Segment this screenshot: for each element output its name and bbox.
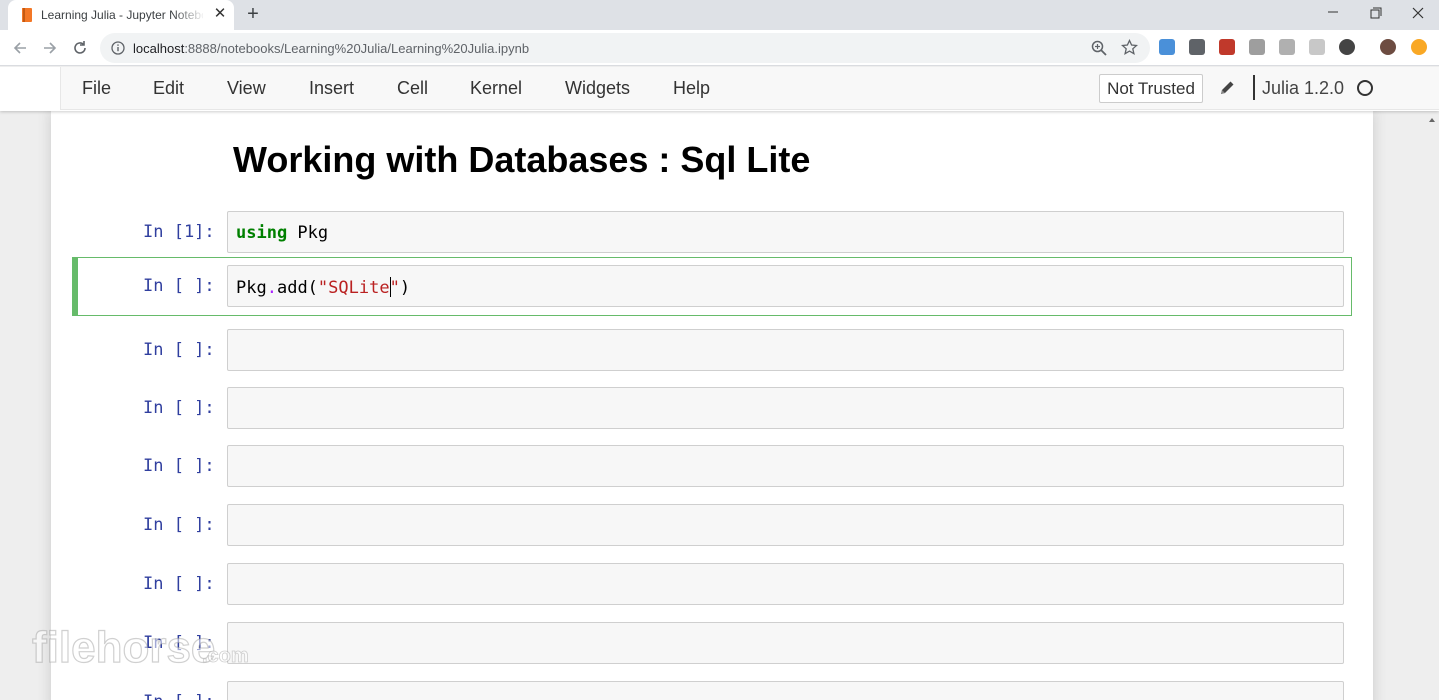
pencil-icon[interactable]: [1218, 79, 1236, 97]
reload-icon[interactable]: [69, 37, 91, 59]
kernel-separator: [1253, 75, 1255, 100]
menu-kernel[interactable]: Kernel: [470, 78, 522, 99]
cell-prompt: In [ ]:: [143, 692, 218, 700]
cell-input[interactable]: [227, 329, 1344, 371]
code-string: "SQLite: [317, 278, 390, 298]
kernel-idle-icon: [1357, 80, 1373, 96]
svg-text:.com: .com: [202, 645, 249, 667]
code-cell[interactable]: In [ ]:: [72, 614, 1352, 672]
code-cell[interactable]: In [1]: using Pkg: [72, 203, 1352, 261]
code-module: Pkg: [236, 278, 267, 298]
code-cell[interactable]: In [ ]:: [72, 437, 1352, 495]
url-path: :8888/notebooks/Learning%20Julia/Learnin…: [184, 41, 530, 56]
address-bar[interactable]: localhost:8888/notebooks/Learning%20Juli…: [100, 33, 1150, 63]
cell-input[interactable]: [227, 622, 1344, 664]
code-cell-selected[interactable]: In [ ]: Pkg.add("SQLite"): [72, 257, 1352, 316]
code-cell[interactable]: In [ ]:: [72, 555, 1352, 613]
code-cell[interactable]: In [ ]:: [72, 496, 1352, 554]
window-restore-button[interactable]: [1353, 0, 1397, 30]
url-host: localhost: [133, 41, 185, 56]
window-minimize-button[interactable]: [1311, 0, 1355, 30]
extension-tb-icon[interactable]: [1249, 39, 1265, 55]
cell-prompt: In [ ]:: [143, 456, 215, 476]
tab-title-fade: [173, 4, 205, 26]
extension-keep-icon[interactable]: [1189, 39, 1205, 55]
menu-help[interactable]: Help: [673, 78, 710, 99]
extension-feather-icon[interactable]: [1279, 39, 1295, 55]
notebook-container: Working with Databases : Sql Lite In [1]…: [51, 111, 1373, 700]
cell-input[interactable]: Pkg.add("SQLite"): [227, 265, 1344, 307]
menu-file[interactable]: File: [82, 78, 111, 99]
extension-chart-icon[interactable]: [1219, 39, 1235, 55]
window-close-button[interactable]: [1395, 0, 1439, 30]
cell-prompt: In [ ]:: [143, 276, 215, 296]
notebook-heading[interactable]: Working with Databases : Sql Lite: [233, 139, 810, 181]
new-tab-button[interactable]: +: [242, 3, 264, 25]
code-cell[interactable]: In [ ]:: [72, 321, 1352, 379]
code-identifier: Pkg: [287, 223, 329, 243]
update-alert-icon[interactable]: [1411, 39, 1427, 55]
cell-prompt: In [ ]:: [143, 574, 215, 594]
jupyter-favicon-icon: [22, 8, 32, 22]
menu-insert[interactable]: Insert: [309, 78, 354, 99]
cell-code: Pkg.add("SQLite"): [236, 277, 410, 298]
url-text: localhost:8888/notebooks/Learning%20Juli…: [133, 41, 529, 56]
browser-tab[interactable]: Learning Julia - Jupyter Notebook ✕: [8, 0, 234, 30]
cell-input[interactable]: [227, 681, 1344, 700]
jupyter-page: File Edit View Insert Cell Kernel Widget…: [0, 67, 1439, 700]
back-arrow-icon[interactable]: [9, 37, 31, 59]
cell-input[interactable]: [227, 563, 1344, 605]
menubar: File Edit View Insert Cell Kernel Widget…: [60, 67, 1439, 110]
menu-cell[interactable]: Cell: [397, 78, 428, 99]
extension-k-icon[interactable]: [1339, 39, 1355, 55]
site-info-icon[interactable]: [111, 41, 125, 55]
cell-prompt: In [ ]:: [143, 515, 215, 535]
code-dot: .: [266, 278, 277, 298]
filehorse-watermark-logo: filehorse .com: [31, 624, 249, 672]
forward-arrow-icon[interactable]: [39, 37, 61, 59]
cell-input[interactable]: [227, 387, 1344, 429]
menu-widgets[interactable]: Widgets: [565, 78, 630, 99]
code-keyword: using: [236, 223, 288, 243]
cell-input[interactable]: [227, 504, 1344, 546]
cell-prompt: In [1]:: [143, 222, 215, 242]
cell-prompt: In [ ]:: [143, 340, 215, 360]
cell-input[interactable]: using Pkg: [227, 211, 1344, 253]
browser-tab-bar: Learning Julia - Jupyter Notebook ✕ +: [0, 0, 1439, 30]
profile-avatar[interactable]: [1380, 39, 1396, 55]
bookmark-star-icon[interactable]: [1121, 39, 1138, 56]
scrollbar-up-arrow-icon[interactable]: [1425, 113, 1439, 127]
extension-translate-icon[interactable]: [1159, 39, 1175, 55]
cell-input[interactable]: [227, 445, 1344, 487]
menu-edit[interactable]: Edit: [153, 78, 184, 99]
tab-close-icon[interactable]: ✕: [211, 5, 229, 23]
zoom-icon[interactable]: [1091, 40, 1107, 56]
code-paren: ): [399, 278, 411, 298]
not-trusted-button[interactable]: Not Trusted: [1099, 74, 1203, 103]
cell-code: using Pkg: [236, 223, 328, 243]
kernel-name[interactable]: Julia 1.2.0: [1262, 78, 1344, 99]
code-string-close: ": [389, 278, 400, 298]
code-cell[interactable]: In [ ]:: [72, 673, 1352, 700]
extension-b-icon[interactable]: [1309, 39, 1325, 55]
code-call: add(: [276, 278, 318, 298]
menubar-container: File Edit View Insert Cell Kernel Widget…: [0, 67, 1439, 111]
menu-view[interactable]: View: [227, 78, 266, 99]
svg-text:filehorse: filehorse: [32, 624, 215, 672]
cell-prompt: In [ ]:: [143, 398, 215, 418]
code-cell[interactable]: In [ ]:: [72, 379, 1352, 437]
